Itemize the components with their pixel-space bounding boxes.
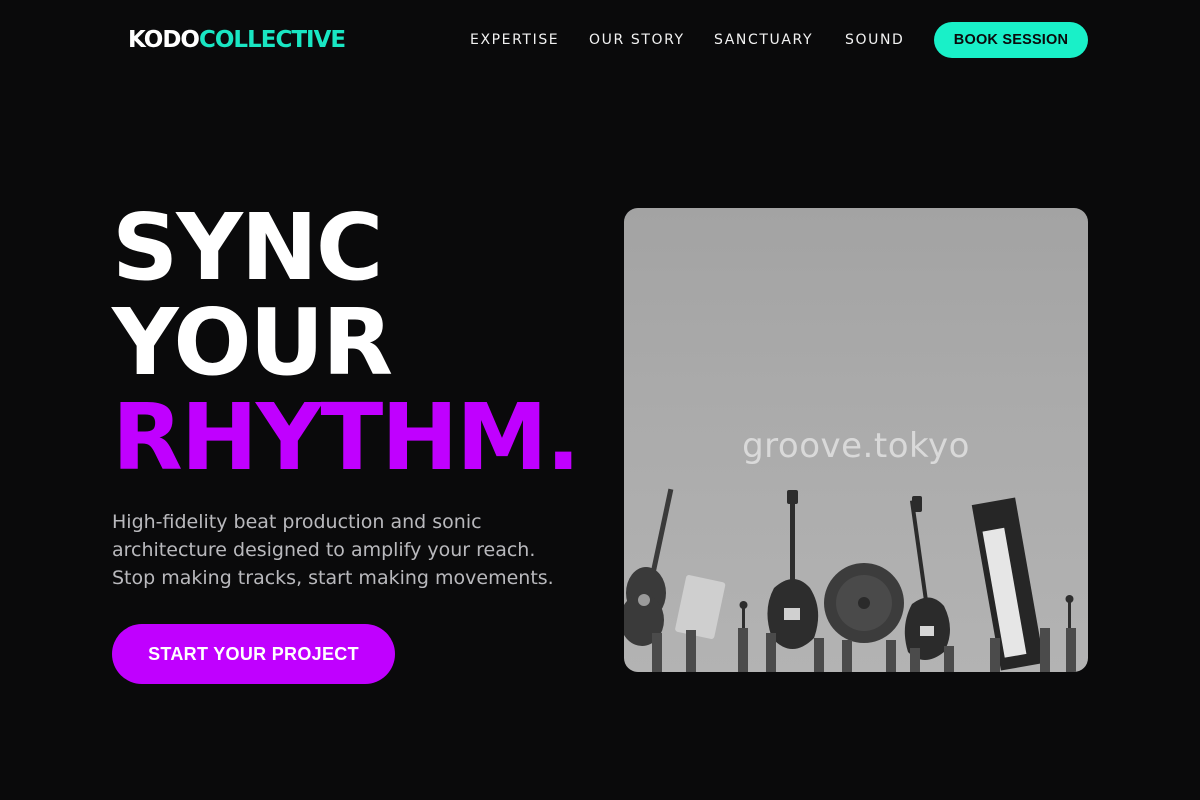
- logo-part-2: COLLECTIVE: [199, 27, 346, 53]
- nav-link-sanctuary[interactable]: SANCTUARY: [714, 30, 813, 50]
- acoustic-guitar-icon: [624, 488, 674, 646]
- hero-title: SYNC YOUR RHYTHM.: [112, 194, 581, 491]
- top-nav: KODOCOLLECTIVE EXPERTISE OUR STORY SANCT…: [0, 0, 1200, 80]
- logo-part-1: KODO: [128, 27, 200, 53]
- nav-link-sound[interactable]: SOUND: [845, 30, 904, 50]
- hero-title-line-3: RHYTHM.: [112, 384, 581, 491]
- bass-guitar-icon: [904, 496, 950, 660]
- hero-title-line-1: SYNC: [112, 194, 383, 301]
- start-project-button[interactable]: START YOUR PROJECT: [112, 624, 395, 684]
- book-session-button[interactable]: BOOK SESSION: [934, 22, 1088, 58]
- hero-subtitle: High-fidelity beat production and sonic …: [112, 508, 582, 592]
- keyboard-icon: [971, 497, 1045, 671]
- hero-subtitle-line-3: Stop making tracks, start making movemen…: [112, 567, 554, 589]
- electric-guitar-icon: [767, 490, 819, 649]
- hero-image: groove.tokyo: [624, 208, 1088, 672]
- nav-link-our-story[interactable]: OUR STORY: [589, 30, 685, 50]
- hero-title-line-2: YOUR: [112, 289, 393, 396]
- cymbal-icon: [824, 563, 904, 643]
- logo[interactable]: KODOCOLLECTIVE: [128, 26, 346, 54]
- landing-page: KODOCOLLECTIVE EXPERTISE OUR STORY SANCT…: [0, 0, 1200, 800]
- nav-link-expertise[interactable]: EXPERTISE: [470, 30, 559, 50]
- laptop-icon: [675, 575, 726, 639]
- hero-subtitle-line-2: architecture designed to amplify your re…: [112, 539, 536, 561]
- image-watermark: groove.tokyo: [742, 426, 970, 466]
- hero-subtitle-line-1: High-fidelity beat production and sonic: [112, 511, 482, 533]
